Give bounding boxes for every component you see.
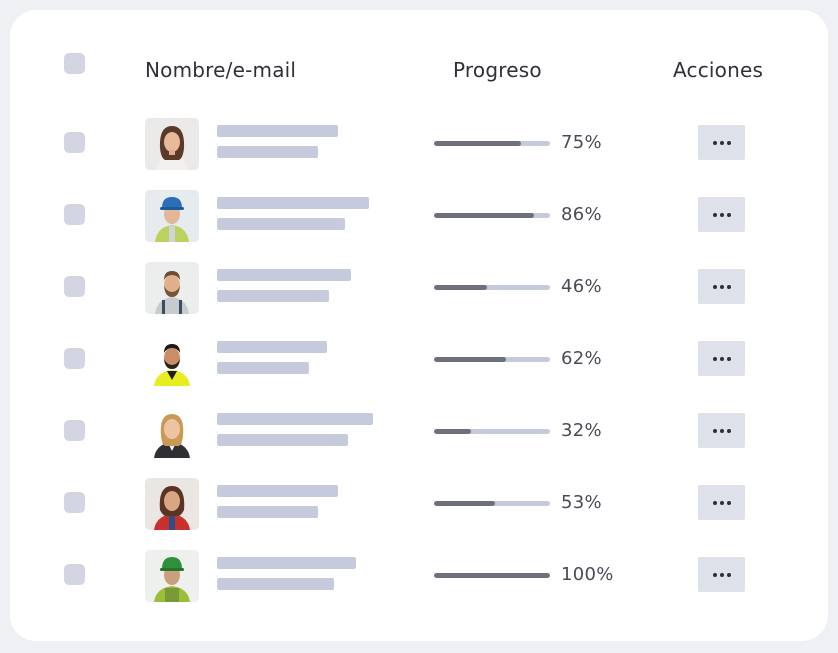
more-dots-icon-dot [719, 428, 724, 433]
more-dots-icon [712, 212, 717, 217]
table-row: 62% [10, 329, 828, 389]
email-placeholder-bar [217, 146, 318, 158]
more-dots-icon [712, 284, 717, 289]
more-dots-icon-dot [726, 572, 731, 577]
more-dots-icon-dot [719, 356, 724, 361]
email-placeholder-bar [217, 506, 318, 518]
name-placeholder-bar [217, 557, 356, 569]
column-header-actions: Acciones [673, 58, 764, 82]
email-placeholder-bar [217, 290, 329, 302]
row-actions-button[interactable] [698, 125, 745, 160]
more-dots-icon [712, 500, 717, 505]
progress-percent: 75% [561, 132, 602, 153]
row-checkbox[interactable] [64, 348, 85, 369]
row-actions-button[interactable] [698, 413, 745, 448]
progress-bar-fill [434, 141, 521, 146]
more-dots-icon [712, 356, 717, 361]
progress-bar [434, 501, 550, 506]
table-row: 32% [10, 401, 828, 461]
row-actions-button[interactable] [698, 269, 745, 304]
row-checkbox[interactable] [64, 132, 85, 153]
row-actions-button[interactable] [698, 197, 745, 232]
more-dots-icon [712, 572, 717, 577]
avatar-worker-green-helmet-icon [145, 550, 199, 602]
table-row: 53% [10, 473, 828, 533]
name-placeholder-bar [217, 485, 338, 497]
more-dots-icon-dot [719, 572, 724, 577]
progress-bar-fill [434, 285, 488, 290]
select-all-checkbox[interactable] [64, 53, 85, 74]
progress-bar [434, 213, 550, 218]
more-dots-icon-dot [719, 500, 724, 505]
progress-percent: 62% [561, 348, 602, 369]
progress-bar [434, 285, 550, 290]
column-header-name-email: Nombre/e-mail [145, 58, 297, 82]
email-placeholder-bar [217, 434, 348, 446]
table-row: 86% [10, 185, 828, 245]
progress-percent: 32% [561, 420, 602, 441]
more-dots-icon-dot [726, 212, 731, 217]
name-placeholder-bar [217, 341, 327, 353]
email-placeholder-bar [217, 218, 345, 230]
progress-bar-fill [434, 573, 550, 578]
row-checkbox[interactable] [64, 564, 85, 585]
row-checkbox[interactable] [64, 420, 85, 441]
progress-bar [434, 357, 550, 362]
email-placeholder-bar [217, 578, 334, 590]
progress-percent: 53% [561, 492, 602, 513]
column-header-progress: Progreso [453, 58, 542, 82]
progress-bar-fill [434, 357, 506, 362]
more-dots-icon-dot [726, 140, 731, 145]
more-dots-icon-dot [719, 140, 724, 145]
name-placeholder-bar [217, 125, 338, 137]
avatar-woman-brown-hair-icon [145, 118, 199, 170]
table-row: 100% [10, 545, 828, 605]
more-dots-icon-dot [719, 212, 724, 217]
row-actions-button[interactable] [698, 341, 745, 376]
progress-bar-fill [434, 429, 472, 434]
progress-percent: 46% [561, 276, 602, 297]
name-placeholder-bar [217, 413, 373, 425]
more-dots-icon-dot [726, 356, 731, 361]
progress-bar-fill [434, 501, 496, 506]
name-placeholder-bar [217, 269, 351, 281]
avatar-man-hivis-vest-icon [145, 334, 199, 386]
progress-bar-fill [434, 213, 534, 218]
users-table-card: Nombre/e-mail Progreso Acciones 75% 86% … [10, 10, 828, 641]
more-dots-icon-dot [726, 500, 731, 505]
progress-bar [434, 429, 550, 434]
row-actions-button[interactable] [698, 557, 745, 592]
avatar-blonde-woman-icon [145, 406, 199, 458]
email-placeholder-bar [217, 362, 309, 374]
progress-bar [434, 573, 550, 578]
more-dots-icon [712, 140, 717, 145]
avatar-woman-red-shirt-icon [145, 478, 199, 530]
row-checkbox[interactable] [64, 492, 85, 513]
more-dots-icon-dot [719, 284, 724, 289]
table-row: 75% [10, 113, 828, 173]
name-placeholder-bar [217, 197, 369, 209]
progress-percent: 100% [561, 564, 614, 585]
row-checkbox[interactable] [64, 276, 85, 297]
avatar-worker-blue-helmet-icon [145, 190, 199, 242]
more-dots-icon-dot [726, 428, 731, 433]
more-dots-icon-dot [726, 284, 731, 289]
progress-percent: 86% [561, 204, 602, 225]
avatar-bearded-man-icon [145, 262, 199, 314]
more-dots-icon [712, 428, 717, 433]
progress-bar [434, 141, 550, 146]
table-row: 46% [10, 257, 828, 317]
row-checkbox[interactable] [64, 204, 85, 225]
row-actions-button[interactable] [698, 485, 745, 520]
